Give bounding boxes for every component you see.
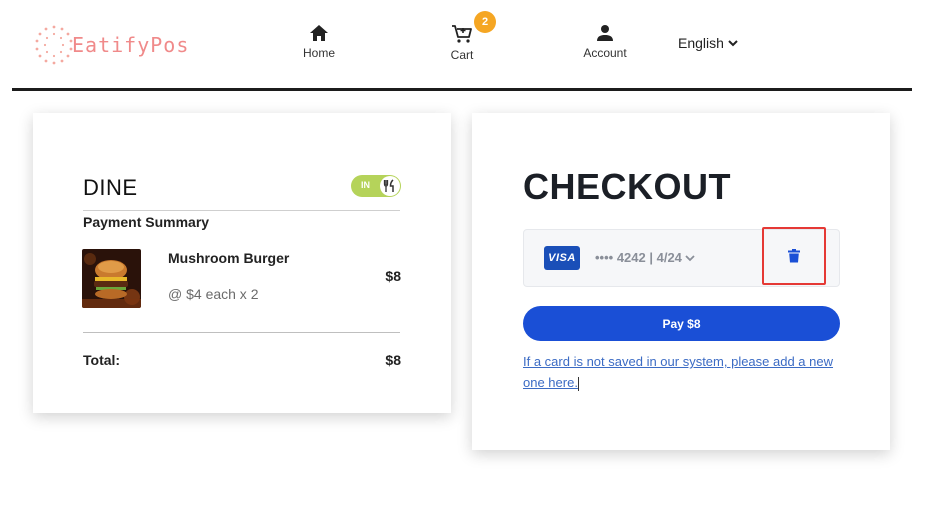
pay-button[interactable]: Pay $8	[523, 306, 840, 341]
total-divider	[83, 332, 400, 333]
toggle-text: IN	[361, 180, 370, 190]
total-label: Total:	[83, 352, 121, 368]
cart-count-badge: 2	[474, 11, 496, 33]
item-price: $8	[385, 268, 401, 284]
summary-divider	[83, 210, 400, 211]
text-cursor	[577, 376, 579, 391]
total-value: $8	[385, 352, 401, 368]
nav-home[interactable]: Home	[300, 24, 338, 60]
card-number: •••• 4242 | 4/24	[595, 250, 682, 265]
item-name: Mushroom Burger	[168, 250, 290, 266]
order-summary-card: DINE IN Payment Summary Mushroom Burger …	[33, 113, 451, 413]
logo-dots-icon	[35, 25, 73, 65]
nav-account-label: Account	[583, 46, 627, 60]
item-quantity: @ $4 each x 2	[168, 286, 259, 302]
brand-name: EatifyPos	[72, 33, 190, 57]
delete-card-button[interactable]	[762, 227, 826, 285]
card-select[interactable]: •••• 4242 | 4/24	[595, 250, 695, 265]
cart-icon	[452, 25, 472, 43]
language-select[interactable]: English	[678, 35, 738, 51]
trash-icon	[788, 249, 800, 263]
toggle-knob	[380, 176, 400, 196]
home-icon	[310, 25, 328, 41]
visa-icon: VISA	[544, 246, 580, 270]
brand-logo[interactable]: EatifyPos	[32, 22, 232, 68]
utensils-icon	[383, 179, 394, 192]
nav-cart-label: Cart	[450, 48, 474, 62]
nav-account[interactable]: Account	[580, 24, 630, 60]
saved-card-row[interactable]: VISA •••• 4242 | 4/24	[523, 227, 840, 287]
dine-in-toggle[interactable]: IN	[351, 175, 401, 197]
header-divider	[12, 88, 912, 91]
nav-home-label: Home	[302, 46, 335, 60]
payment-summary-heading: Payment Summary	[83, 214, 210, 230]
add-card-link-text: If a card is not saved in our system, pl…	[523, 354, 834, 390]
burger-image	[82, 249, 141, 308]
chevron-down-icon	[685, 254, 695, 261]
chevron-down-icon	[728, 40, 738, 47]
top-navbar: EatifyPos Home Cart 2 Account English	[0, 0, 934, 92]
nav-cart[interactable]: Cart	[443, 24, 481, 62]
dine-label: DINE	[83, 175, 138, 200]
checkout-card: CHECKOUT VISA •••• 4242 | 4/24 Pay $8 If…	[472, 113, 890, 450]
checkout-title: CHECKOUT	[523, 166, 731, 207]
person-icon	[597, 25, 613, 41]
add-card-link[interactable]: If a card is not saved in our system, pl…	[523, 351, 843, 393]
language-label: English	[678, 35, 724, 51]
